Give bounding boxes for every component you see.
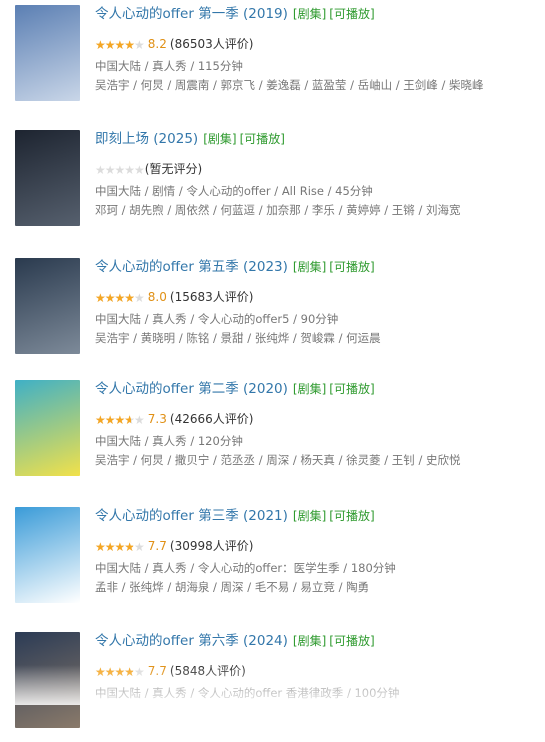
rating-stars-icon: ★★★★★★★★★★ xyxy=(95,540,145,554)
playable-tag[interactable]: [可播放] xyxy=(329,7,374,21)
series-tag: [剧集] xyxy=(292,509,327,523)
title-link[interactable]: 令人心动的offer 第三季 (2021) xyxy=(95,508,288,524)
rating-stars-icon: ★★★★★★★★★★ xyxy=(95,413,145,427)
playable-tag[interactable]: [可播放] xyxy=(329,382,374,396)
title-row: 即刻上场 (2025) [剧集] [可播放] xyxy=(95,130,285,148)
rating-count: (86503人评价) xyxy=(169,37,254,51)
meta-info: 中国大陆 / 剧情 / 令人心动的offer / All Rise / 45分钟 xyxy=(95,184,373,198)
rating-stars-icon: ★★★★★★★★★★ xyxy=(95,665,145,679)
result-item: 令人心动的offer 第二季 (2020) [剧集][可播放] ★★★★★★★★★★… xyxy=(0,380,545,490)
rating-score: 8.0 xyxy=(147,290,167,304)
poster-image[interactable] xyxy=(15,5,80,101)
poster-image[interactable] xyxy=(15,632,80,728)
playable-tag[interactable]: [可播放] xyxy=(329,634,374,648)
rating-row: ★★★★★★★★★★8.0(15683人评价) xyxy=(95,289,253,306)
result-item: 令人心动的offer 第五季 (2023) [剧集][可播放] ★★★★★★★★★★… xyxy=(0,258,545,368)
cast-list: 吴浩宇 / 何炅 / 撒贝宁 / 范丞丞 / 周深 / 杨天真 / 徐灵菱 / … xyxy=(95,453,461,467)
meta-info: 中国大陆 / 真人秀 / 115分钟 xyxy=(95,59,243,73)
cast-list: 孟非 / 张纯烨 / 胡海泉 / 周深 / 毛不易 / 易立竞 / 陶勇 xyxy=(95,580,370,594)
series-tag: [剧集] xyxy=(292,382,327,396)
rating-row: ★★★★★★★★★★7.3(42666人评价) xyxy=(95,411,253,428)
rating-stars-icon: ★★★★★★★★★★ xyxy=(95,38,145,52)
meta-info: 中国大陆 / 真人秀 / 120分钟 xyxy=(95,434,243,448)
poster-image[interactable] xyxy=(15,380,80,476)
title-link[interactable]: 令人心动的offer 第一季 (2019) xyxy=(95,6,288,22)
result-item: 令人心动的offer 第一季 (2019) [剧集][可播放] ★★★★★★★★★★… xyxy=(0,5,545,115)
cast-list: 邓珂 / 胡先煦 / 周依然 / 何蓝逗 / 加奈那 / 李乐 / 黄婷婷 / … xyxy=(95,203,461,217)
rating-score: 7.3 xyxy=(147,412,167,426)
title-link[interactable]: 即刻上场 (2025) xyxy=(95,131,198,147)
result-item: 令人心动的offer 第六季 (2024) [剧集][可播放] ★★★★★★★★★★… xyxy=(0,632,545,742)
rating-count: (30998人评价) xyxy=(169,539,254,553)
title-link[interactable]: 令人心动的offer 第五季 (2023) xyxy=(95,259,288,275)
title-link[interactable]: 令人心动的offer 第六季 (2024) xyxy=(95,633,288,649)
title-row: 令人心动的offer 第三季 (2021) [剧集] [可播放] xyxy=(95,507,375,525)
poster-image[interactable] xyxy=(15,507,80,603)
rating-score: 8.2 xyxy=(147,37,167,51)
rating-score: 7.7 xyxy=(147,539,167,553)
series-tag: [剧集] xyxy=(292,260,327,274)
title-row: 令人心动的offer 第六季 (2024) [剧集] [可播放] xyxy=(95,632,375,650)
series-tag: [剧集] xyxy=(203,132,237,146)
meta-info: 中国大陆 / 真人秀 / 令人心动的offer 香港律政季 / 100分钟 xyxy=(95,686,400,700)
meta-info: 中国大陆 / 真人秀 / 令人心动的offer：医学生季 / 180分钟 xyxy=(95,561,396,575)
rating-stars-icon: ★★★★★★★★★★ xyxy=(95,163,145,177)
rating-score: 7.7 xyxy=(147,664,167,678)
rating-stars-icon: ★★★★★★★★★★ xyxy=(95,291,145,305)
series-tag: [剧集] xyxy=(292,634,327,648)
rating-row: ★★★★★★★★★★7.7(5848人评价) xyxy=(95,663,246,680)
result-item: 令人心动的offer 第三季 (2021) [剧集][可播放] ★★★★★★★★★★… xyxy=(0,507,545,617)
title-row: 令人心动的offer 第二季 (2020) [剧集] [可播放] xyxy=(95,380,375,398)
playable-tag[interactable]: [可播放] xyxy=(329,260,374,274)
playable-tag[interactable]: [可播放] xyxy=(240,132,285,146)
title-row: 令人心动的offer 第五季 (2023) [剧集] [可播放] xyxy=(95,258,375,276)
rating-count: (15683人评价) xyxy=(169,290,254,304)
poster-image[interactable] xyxy=(15,130,80,226)
poster-image[interactable] xyxy=(15,258,80,354)
rating-count: (暂无评分) xyxy=(144,162,203,176)
rating-count: (5848人评价) xyxy=(169,664,246,678)
meta-info: 中国大陆 / 真人秀 / 令人心动的offer5 / 90分钟 xyxy=(95,312,339,326)
result-item: 即刻上场 (2025) [剧集][可播放] ★★★★★★★★★★(暂无评分) 中国大陆… xyxy=(0,130,545,240)
rating-row: ★★★★★★★★★★8.2(86503人评价) xyxy=(95,36,253,53)
rating-row: ★★★★★★★★★★7.7(30998人评价) xyxy=(95,538,253,555)
title-link[interactable]: 令人心动的offer 第二季 (2020) xyxy=(95,381,288,397)
playable-tag[interactable]: [可播放] xyxy=(329,509,374,523)
cast-list: 吴浩宇 / 何炅 / 周震南 / 郭京飞 / 姜逸磊 / 蓝盈莹 / 岳岫山 /… xyxy=(95,78,484,92)
series-tag: [剧集] xyxy=(292,7,327,21)
cast-list: 吴浩宇 / 黄晓明 / 陈铭 / 景甜 / 张纯烨 / 贺峻霖 / 何运晨 xyxy=(95,331,381,345)
title-row: 令人心动的offer 第一季 (2019) [剧集] [可播放] xyxy=(95,5,375,23)
rating-count: (42666人评价) xyxy=(169,412,254,426)
rating-row: ★★★★★★★★★★(暂无评分) xyxy=(95,161,202,178)
